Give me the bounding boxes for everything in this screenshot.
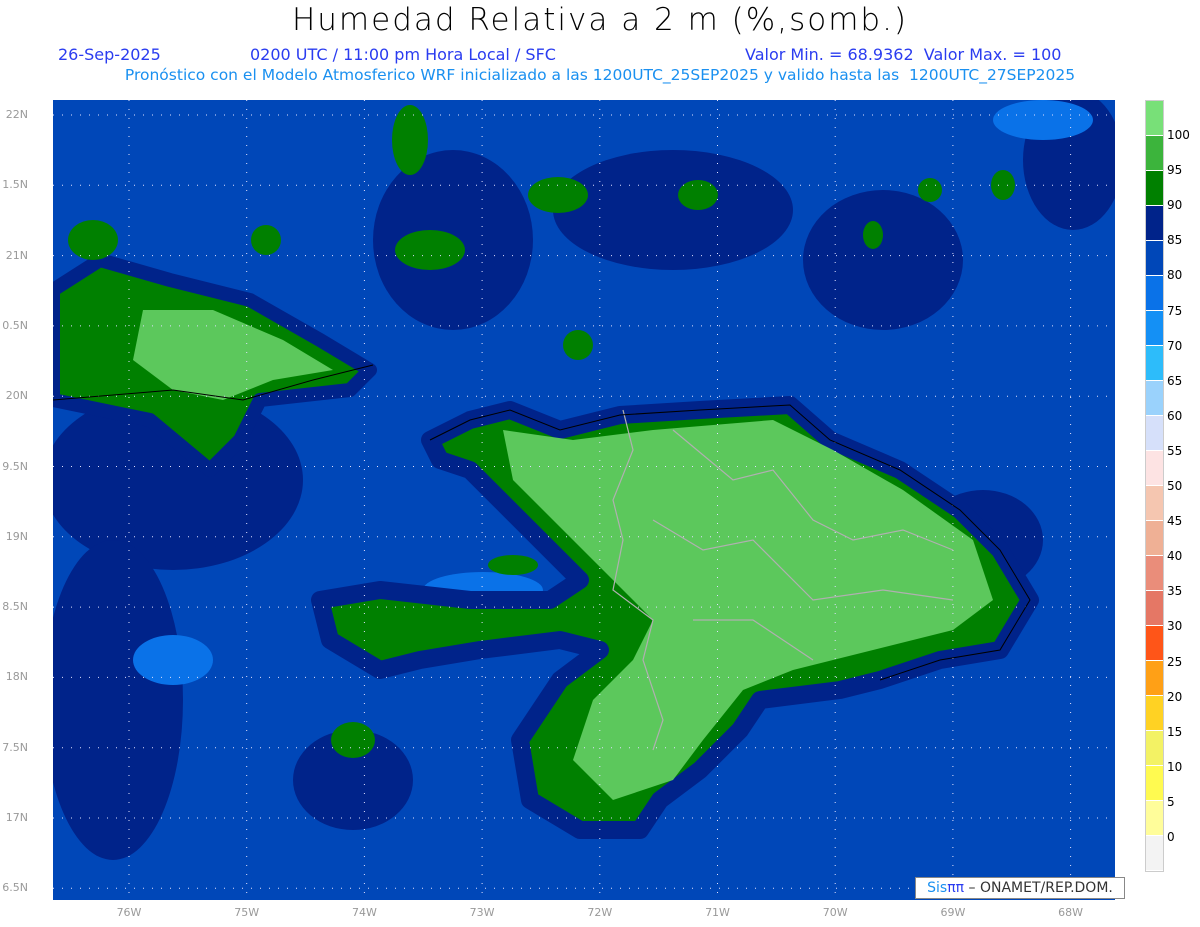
lat-label: 9.5N	[2, 459, 28, 473]
colorbar-swatch	[1146, 626, 1163, 661]
colorbar-label: 85	[1167, 233, 1183, 248]
colorbar-label: 65	[1167, 373, 1183, 388]
colorbar-label: 60	[1167, 408, 1183, 423]
colorbar-label: 15	[1167, 724, 1183, 739]
colorbar-swatch	[1146, 206, 1163, 241]
lat-label: 21N	[5, 248, 28, 262]
colorbar-label: 50	[1167, 479, 1183, 493]
map-title: Humedad Relativa a 2 m (%,somb.)	[291, 2, 909, 38]
colorbar-label: 80	[1167, 268, 1183, 283]
lon-label: 71W	[705, 906, 730, 919]
colorbar-label: 35	[1167, 584, 1183, 599]
colorbar-label: 25	[1167, 654, 1183, 669]
colorbar-swatch	[1146, 556, 1163, 591]
humidity-map	[53, 100, 1115, 900]
min-max-values: Valor Min. = 68.9362 Valor Max. = 100	[745, 45, 1062, 64]
colorbar-swatch	[1146, 766, 1163, 801]
colorbar-label: 95	[1167, 163, 1183, 178]
lat-label: 6.5N	[2, 881, 28, 895]
colorbar-label: 5	[1167, 794, 1175, 809]
colorbar-swatch	[1146, 836, 1163, 871]
colorbar-label: 100	[1167, 128, 1190, 142]
onamet-logo: Sisππ – ONAMET/REP.DOM.	[915, 877, 1125, 899]
lat-label: 18N	[5, 670, 28, 684]
lat-label: 20N	[5, 389, 28, 403]
colorbar-label: 75	[1167, 303, 1183, 318]
colorbar-swatch	[1146, 801, 1163, 836]
lon-label: 72W	[587, 906, 613, 919]
colorbar-label: 20	[1167, 689, 1183, 704]
colorbar-label: 70	[1167, 338, 1183, 353]
colorbar-swatch	[1146, 486, 1163, 521]
colorbar-swatch	[1146, 731, 1163, 766]
forecast-date: 26-Sep-2025	[58, 45, 161, 64]
lon-label: 75W	[234, 906, 260, 919]
colorbar-label: 90	[1167, 198, 1183, 213]
lon-label: 69W	[940, 906, 966, 919]
lat-label: 22N	[5, 108, 28, 121]
lon-label: 76W	[116, 906, 142, 919]
colorbar-swatch	[1146, 346, 1163, 381]
lat-label: 8.5N	[2, 600, 28, 614]
lat-label: 7.5N	[2, 740, 28, 754]
model-info: Pronóstico con el Modelo Atmosferico WRF…	[124, 66, 1076, 84]
forecast-time: 0200 UTC / 11:00 pm Hora Local / SFC	[250, 45, 556, 64]
colorbar-swatch	[1146, 136, 1163, 171]
lon-label: 73W	[469, 906, 495, 919]
colorbar-swatch	[1146, 276, 1163, 311]
colorbar-label: 30	[1167, 619, 1183, 634]
colorbar-swatch	[1146, 101, 1163, 136]
colorbar	[1145, 100, 1164, 872]
colorbar-label: 45	[1167, 514, 1183, 529]
logo-pi: ππ	[947, 880, 965, 896]
lat-label: 0.5N	[2, 318, 28, 332]
colorbar-swatch	[1146, 381, 1163, 416]
colorbar-label: 55	[1167, 443, 1183, 458]
weather-map-page: Humedad Relativa a 2 m (%,somb.) 26-Sep-…	[0, 0, 1200, 927]
logo-text: – ONAMET/REP.DOM.	[964, 880, 1113, 896]
lon-label: 70W	[822, 906, 848, 919]
lon-label: 68W	[1058, 906, 1084, 919]
colorbar-label: 40	[1167, 549, 1183, 564]
colorbar-swatch	[1146, 696, 1163, 731]
colorbar-label: 0	[1167, 830, 1175, 844]
colorbar-swatch	[1146, 451, 1163, 486]
colorbar-swatch	[1146, 241, 1163, 276]
colorbar-swatch	[1146, 591, 1163, 626]
logo-sis: Sis	[927, 880, 948, 896]
lat-label: 17N	[5, 811, 28, 824]
lon-label: 74W	[351, 906, 377, 919]
colorbar-swatch	[1146, 311, 1163, 346]
colorbar-swatch	[1146, 171, 1163, 206]
colorbar-swatch	[1146, 416, 1163, 451]
colorbar-swatch	[1146, 521, 1163, 556]
colorbar-swatch	[1146, 661, 1163, 696]
lat-label: 1.5N	[2, 178, 28, 192]
lat-label: 19N	[5, 529, 28, 543]
colorbar-label: 10	[1167, 759, 1183, 774]
